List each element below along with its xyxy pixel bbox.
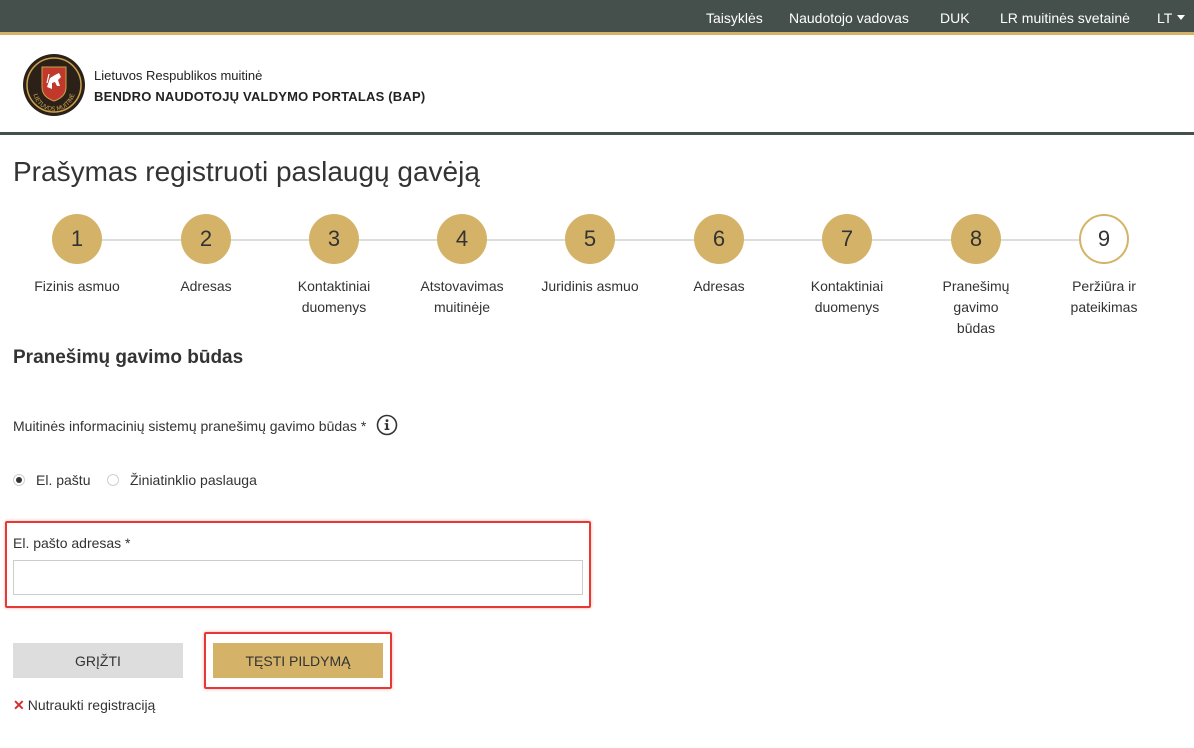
step-label: Juridinis asmuo: [541, 278, 639, 294]
radio-email-label[interactable]: El. paštu: [36, 472, 90, 488]
top-nav-bar: Taisyklės Naudotojo vadovas DUK LR muiti…: [0, 0, 1194, 35]
close-icon: ✕: [13, 697, 25, 713]
nav-link-user-guide[interactable]: Naudotojo vadovas: [789, 10, 909, 26]
portal-name: BENDRO NAUDOTOJŲ VALDYMO PORTALAS (BAP): [94, 89, 426, 104]
cancel-registration-label: Nutraukti registraciją: [27, 697, 156, 713]
step-4[interactable]: 4 Atstovavimas muitinėje: [397, 214, 527, 318]
step-3[interactable]: 3 Kontaktiniai duomenys: [269, 214, 399, 318]
caret-down-icon: [1177, 14, 1186, 20]
section-title: Pranešimų gavimo būdas: [13, 347, 244, 368]
step-number: 5: [565, 214, 615, 264]
step-label: Kontaktiniai duomenys: [297, 278, 371, 315]
step-number: 9: [1079, 214, 1129, 264]
step-2[interactable]: 2 Adresas: [141, 214, 271, 297]
step-label: Peržiūra ir pateikimas: [1070, 278, 1138, 315]
step-label: Adresas: [180, 278, 232, 294]
email-field[interactable]: [13, 560, 583, 595]
step-number: 2: [181, 214, 231, 264]
step-number: 6: [694, 214, 744, 264]
site-header: LIETUVOS MUITINĖ Lietuvos Respublikos mu…: [0, 38, 1194, 135]
step-number: 7: [822, 214, 872, 264]
step-5[interactable]: 5 Juridinis asmuo: [525, 214, 655, 297]
back-button[interactable]: GRĮŽTI: [13, 643, 183, 678]
step-9[interactable]: 9 Peržiūra ir pateikimas: [1039, 214, 1169, 318]
radio-web-service-label[interactable]: Žiniatinklio paslauga: [130, 472, 257, 488]
radio-web-service[interactable]: [107, 474, 119, 486]
step-label: Atstovavimas muitinėje: [420, 278, 504, 315]
email-field-label: El. pašto adresas *: [13, 535, 131, 551]
language-label: LT: [1157, 10, 1173, 26]
info-icon[interactable]: [376, 414, 398, 436]
registration-stepper: 1 Fizinis asmuo 2 Adresas 3 Kontaktiniai…: [0, 214, 1194, 336]
step-number: 1: [52, 214, 102, 264]
cancel-registration-link[interactable]: ✕ Nutraukti registraciją: [13, 697, 155, 714]
customs-logo[interactable]: LIETUVOS MUITINĖ: [22, 53, 86, 117]
step-label: Kontaktiniai duomenys: [810, 278, 884, 315]
step-number: 4: [437, 214, 487, 264]
nav-link-faq[interactable]: DUK: [940, 10, 970, 26]
page-title: Prašymas registruoti paslaugų gavėją: [13, 156, 480, 187]
radio-email[interactable]: [13, 474, 25, 486]
step-1[interactable]: 1 Fizinis asmuo: [12, 214, 142, 297]
step-7[interactable]: 7 Kontaktiniai duomenys: [782, 214, 912, 318]
step-number: 3: [309, 214, 359, 264]
step-label: Pranešimų gavimo būdas: [942, 278, 1010, 336]
step-6[interactable]: 6 Adresas: [654, 214, 784, 297]
notification-method-label: Muitinės informacinių sistemų pranešimų …: [13, 418, 367, 434]
step-label: Adresas: [693, 278, 745, 294]
nav-link-rules[interactable]: Taisyklės: [706, 10, 763, 26]
language-selector[interactable]: LT: [1157, 10, 1186, 26]
step-label: Fizinis asmuo: [34, 278, 120, 294]
step-8[interactable]: 8 Pranešimų gavimo būdas: [911, 214, 1041, 339]
nav-link-customs-website[interactable]: LR muitinės svetainė: [1000, 10, 1130, 26]
step-number: 8: [951, 214, 1001, 264]
continue-button[interactable]: TĘSTI PILDYMĄ: [213, 643, 383, 678]
organization-name: Lietuvos Respublikos muitinė: [94, 68, 263, 83]
